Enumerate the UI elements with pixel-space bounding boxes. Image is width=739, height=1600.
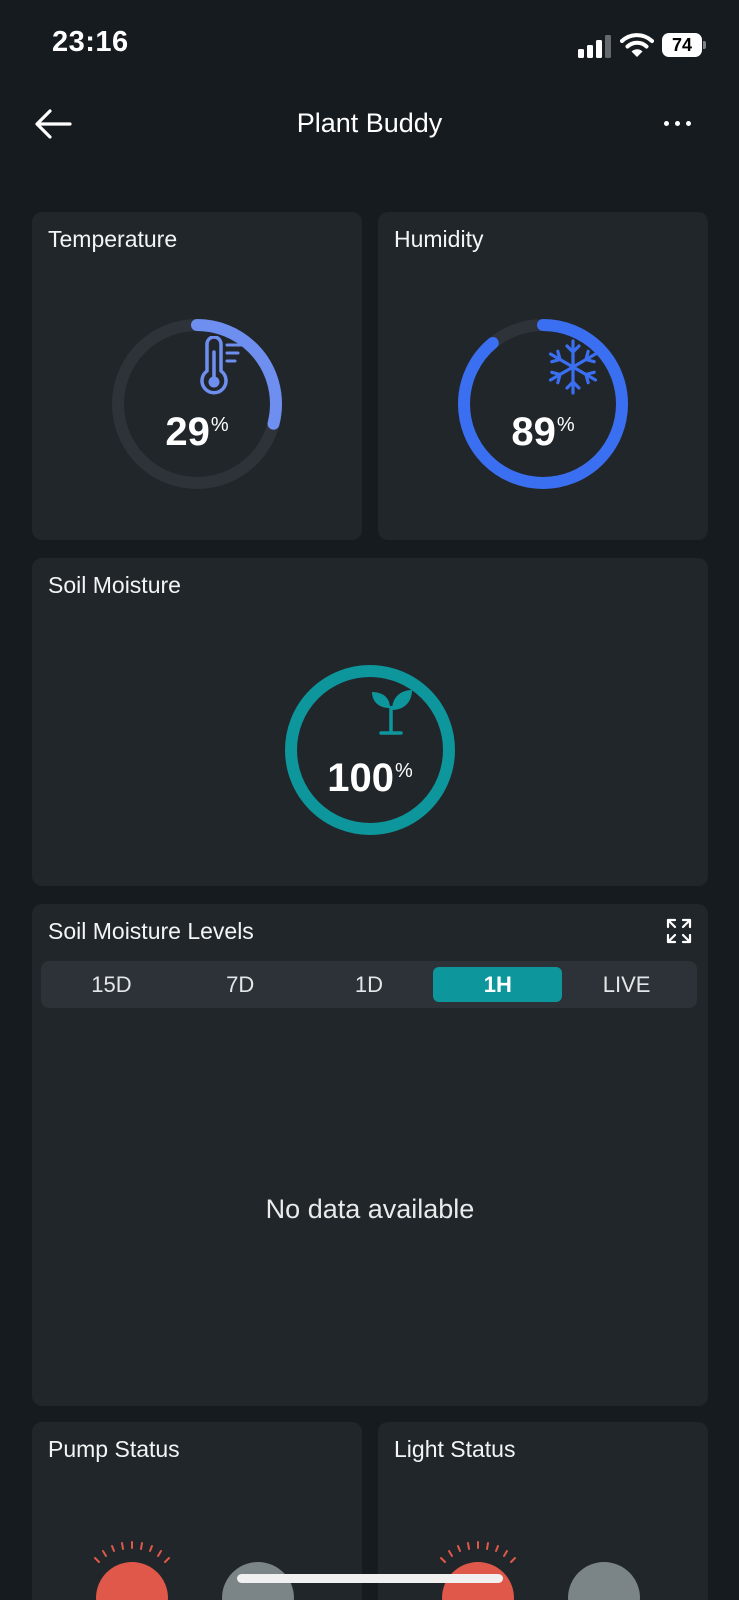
more-dots-icon — [664, 120, 669, 126]
humidity-card[interactable]: Humidity 89% — [378, 212, 708, 540]
battery-level: 74 — [662, 33, 702, 57]
tab-7d[interactable]: 7D — [176, 967, 305, 1002]
header: Plant Buddy — [0, 90, 739, 160]
tab-1h[interactable]: 1H — [433, 967, 563, 1002]
status-time: 23:16 — [52, 26, 129, 58]
pump-status-title: Pump Status — [48, 1436, 180, 1462]
soil-moisture-title: Soil Moisture — [48, 572, 181, 598]
levels-title: Soil Moisture Levels — [48, 918, 254, 944]
time-range-tabs: 15D 7D 1D 1H LIVE — [41, 961, 697, 1008]
temperature-value: 29% — [165, 410, 229, 454]
empty-message: No data available — [265, 1194, 475, 1224]
soil-moisture-card[interactable]: Soil Moisture 100% — [32, 558, 708, 886]
pump-rays-icon — [94, 1541, 170, 1563]
temperature-card[interactable]: Temperature 29% — [32, 212, 362, 540]
light-status-title: Light Status — [394, 1436, 516, 1462]
wifi-icon — [620, 32, 654, 58]
expand-icon[interactable] — [666, 918, 692, 944]
soil-moisture-levels-card: Soil Moisture Levels 15D 7D 1D 1H LIVE N… — [32, 904, 708, 1406]
soil-moisture-gauge: 100% — [280, 660, 460, 840]
humidity-value: 89% — [511, 410, 575, 454]
page-title: Plant Buddy — [296, 108, 443, 138]
status-bar: 23:16 74 — [0, 0, 739, 90]
temperature-gauge: 29% — [107, 314, 287, 494]
soil-moisture-value: 100% — [327, 756, 413, 800]
cellular-signal-icon — [578, 34, 614, 58]
light-on-indicator[interactable] — [568, 1562, 640, 1600]
humidity-gauge: 89% — [453, 314, 633, 494]
tab-live[interactable]: LIVE — [562, 967, 691, 1002]
home-indicator — [237, 1574, 503, 1583]
temperature-title: Temperature — [48, 226, 178, 252]
more-options-button[interactable] — [664, 116, 700, 130]
tab-1d[interactable]: 1D — [305, 967, 434, 1002]
battery-icon: 74 — [662, 33, 706, 57]
humidity-title: Humidity — [394, 226, 484, 252]
tab-15d[interactable]: 15D — [47, 967, 176, 1002]
